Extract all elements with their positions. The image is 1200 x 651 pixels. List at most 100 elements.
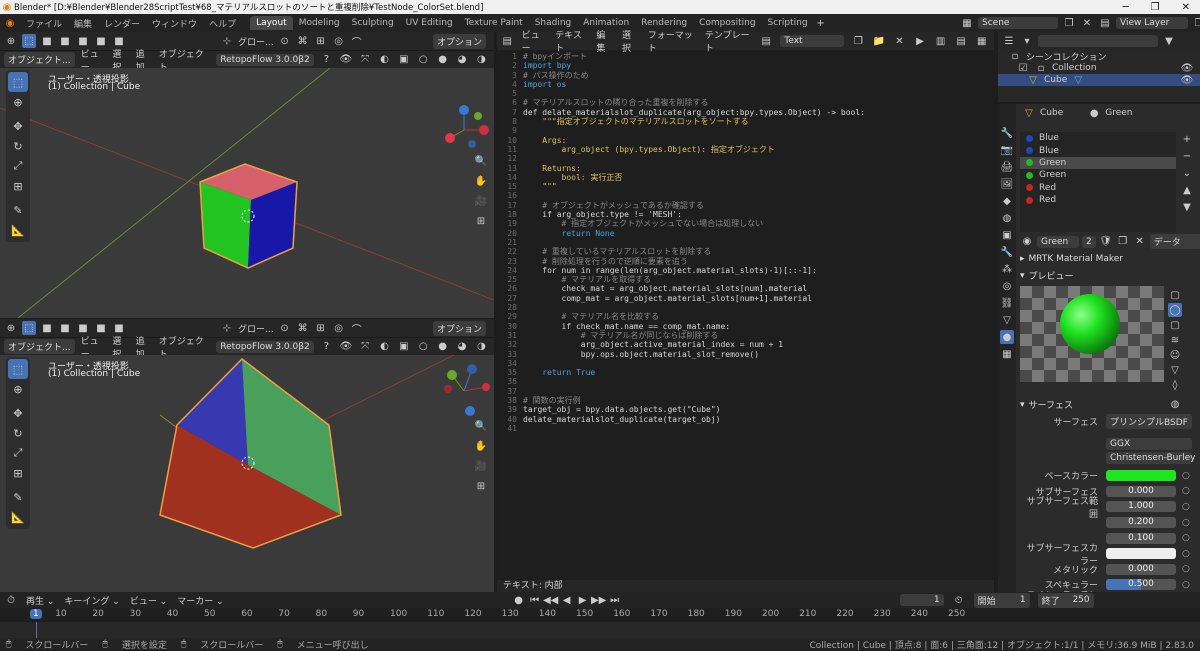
material-slot[interactable]: Red [1020,194,1176,206]
timeline-editor-icon[interactable]: ⏱ [4,593,18,607]
select-mode-extend-icon[interactable]: ■ [58,321,72,335]
world-tab-icon[interactable]: ◍ [1000,211,1014,225]
code-line[interactable]: 15 """ [497,182,994,191]
snap-icon[interactable]: ⌘ [296,34,310,48]
editor-type-icon[interactable]: ▤ [501,34,514,48]
end-frame-field[interactable]: 終了 250 [1037,592,1094,608]
code-line[interactable]: 8 """指定オブジェクトのマテリアルスロットをソートする [497,117,994,126]
sss-method-dropdown[interactable]: Christensen-Burley [1106,452,1195,464]
orientation-dropdown[interactable]: グロー... [238,322,274,335]
zoom-icon[interactable]: 🔍 [474,419,488,433]
preview-panel-header[interactable]: ▾ プレビュー [1020,269,1074,283]
properties-editor[interactable]: 🔧 📷 🖨 🖼 ◆ ◍ ▣ 🔧 ⁂ ◎ ⛓ ▽ ● ▦ ▽ Cube ● Gre… [998,104,1200,638]
editor-type-icon[interactable]: ⊕ [4,321,18,335]
property-value-field[interactable]: 0.100 [1106,532,1176,544]
copy-material-icon[interactable]: ❐ [1116,235,1130,249]
code-line[interactable]: 2 import bpy [497,61,994,70]
proportional-icon[interactable]: ◎ [332,34,346,48]
pan-hand-icon[interactable]: ✋ [474,439,488,453]
text-menu-2[interactable]: 編集 [596,28,612,54]
viewport-top-canvas[interactable]: ユーザー・透視投影 (1) Collection | Cube ⬚ ⊕ ✥ ↻ … [0,68,494,318]
property-value-field[interactable]: 0.200 [1106,517,1176,529]
shading-solid-icon[interactable]: ● [436,53,449,67]
code-line[interactable]: 28 [497,303,994,312]
code-line[interactable]: 3 # パス操作のため [497,71,994,80]
select-tool-icon[interactable]: ⬚ [8,72,28,92]
snap-settings-icon[interactable]: ⊞ [314,321,328,335]
prev-keyframe-icon[interactable]: ◀◀ [543,593,558,607]
menu-0[interactable]: ファイル [20,15,68,32]
property-value-field[interactable]: 0.500 [1106,579,1176,591]
viewport-top[interactable]: ⊕ ⬚ ■ ■ ■ ■ ■ ⊹ グロー... ⊙ ⌘ ⊞ ◎ ⌒ オプション オ… [0,32,494,318]
viewport-bottom[interactable]: ⊕ ⬚ ■ ■ ■ ■ ■ ⊹ グロー... ⊙ ⌘ ⊞ ◎ ⌒ オプション オ… [0,319,494,592]
rotate-tool-icon[interactable]: ↻ [8,423,28,443]
run-script-icon[interactable]: ▶ [914,34,927,48]
scene-tab-icon[interactable]: ◆ [1000,194,1014,208]
menu-1[interactable]: 編集 [68,15,98,32]
copy-view-layer-icon[interactable]: ❐ [1192,16,1200,30]
text-name-field[interactable]: Text [780,35,845,47]
keyframe-dot-icon[interactable]: ○ [1182,564,1190,574]
zoom-icon[interactable]: 🔍 [474,154,488,168]
overlay-toggle-icon[interactable]: ◐ [378,53,391,67]
slot-specials-icon[interactable]: ⌄ [1180,166,1194,180]
transform-tool-icon[interactable]: ⊞ [8,176,28,196]
material-slot[interactable]: Green [1020,169,1176,181]
record-icon[interactable]: ● [512,593,526,607]
display-mode-icon[interactable]: ▾ [1020,34,1034,48]
falloff-icon[interactable]: ⌒ [350,321,364,336]
surface-shader-dropdown[interactable]: プリンシプルBSDF [1106,414,1192,429]
code-line[interactable]: 23 # 削除処理を行うので逆順に要素を追う [497,257,994,266]
code-line[interactable]: 33 bpy.ops.object.material_slot_remove() [497,350,994,359]
code-line[interactable]: 20 return None [497,229,994,238]
frame-ruler[interactable]: 1 10 20 30 40 50 60 70 80 90 100 110 120 130 140 150 160… [0,608,1200,622]
rotate-tool-icon[interactable]: ↻ [8,136,28,156]
preview-flat-icon[interactable]: ▢ [1168,288,1182,302]
code-line[interactable]: 30 if check_mat.name == comp_mat.name: [497,322,994,331]
shading-wire-icon[interactable]: ○ [417,340,430,354]
text-menu-1[interactable]: テキスト [555,28,586,54]
code-line[interactable]: 35 return True [497,368,994,377]
scene-selector[interactable]: Scene [978,17,1058,29]
outliner-editor-icon[interactable]: ☰ [1002,34,1016,48]
camera-icon[interactable]: 🎥 [474,459,488,473]
help-icon[interactable]: ? [320,53,333,67]
output-tab-icon[interactable]: 🖨 [1000,160,1014,174]
cursor-tool-icon[interactable]: ⊕ [8,379,28,399]
annotate-tool-icon[interactable]: ✎ [8,487,28,507]
preview-cube-icon[interactable]: ▢ [1168,318,1182,332]
timeline-menu-1[interactable]: キーイング ⌄ [64,594,119,607]
code-line[interactable]: 32 arg_object.active_material_index = nu… [497,340,994,349]
material-name-field[interactable]: Green [1037,235,1079,248]
outliner-search-input[interactable] [1038,35,1158,47]
shading-material-icon[interactable]: ◕ [455,340,468,354]
camera-icon[interactable]: 🎥 [474,194,488,208]
cursor-tool-icon[interactable]: ⊕ [8,92,28,112]
visibility-icon[interactable]: 👁 [339,53,352,67]
line-numbers-icon[interactable]: ▥ [934,34,947,48]
jump-end-icon[interactable]: ⏭ [608,593,622,607]
menu-3[interactable]: ウィンドウ [146,15,203,32]
help-icon[interactable]: ? [320,340,333,354]
code-line[interactable]: 22 # 重複しているマテリアルスロットを削除する [497,247,994,256]
grid-icon[interactable]: ⊞ [474,214,488,228]
view-layer-tab-icon[interactable]: 🖼 [1000,177,1014,191]
texture-tab-icon[interactable]: ▦ [1000,347,1014,361]
addon-panel-header[interactable]: ▸ MRTK Material Maker [1020,254,1123,264]
preview-range-icon[interactable]: ⏲ [952,593,966,607]
pivot-icon[interactable]: ⊙ [278,321,292,335]
object-mode-dropdown[interactable]: オブジェクト... [4,339,75,354]
distribution-dropdown[interactable]: GGX [1106,438,1192,450]
open-text-icon[interactable]: 📁 [873,34,886,48]
keyframe-dot-icon[interactable]: ○ [1182,549,1190,559]
remove-slot-icon[interactable]: − [1180,149,1194,163]
workspace-tab-sculpting[interactable]: Sculpting [346,16,400,30]
material-tab-icon[interactable]: ● [1000,330,1014,344]
workspace-tab-modeling[interactable]: Modeling [293,16,346,30]
workspace-tab-scripting[interactable]: Scripting [762,16,814,30]
filter-icon[interactable]: ▼ [1162,34,1176,48]
code-line[interactable]: 38 # 関数の実行例 [497,396,994,405]
menu-4[interactable]: ヘルプ [203,15,242,32]
material-slot-list[interactable]: Blue Blue Green Green Red Red [1020,132,1176,232]
code-line[interactable]: 19 # 指定オブジェクトがメッシュでない場合は処理しない [497,219,994,228]
